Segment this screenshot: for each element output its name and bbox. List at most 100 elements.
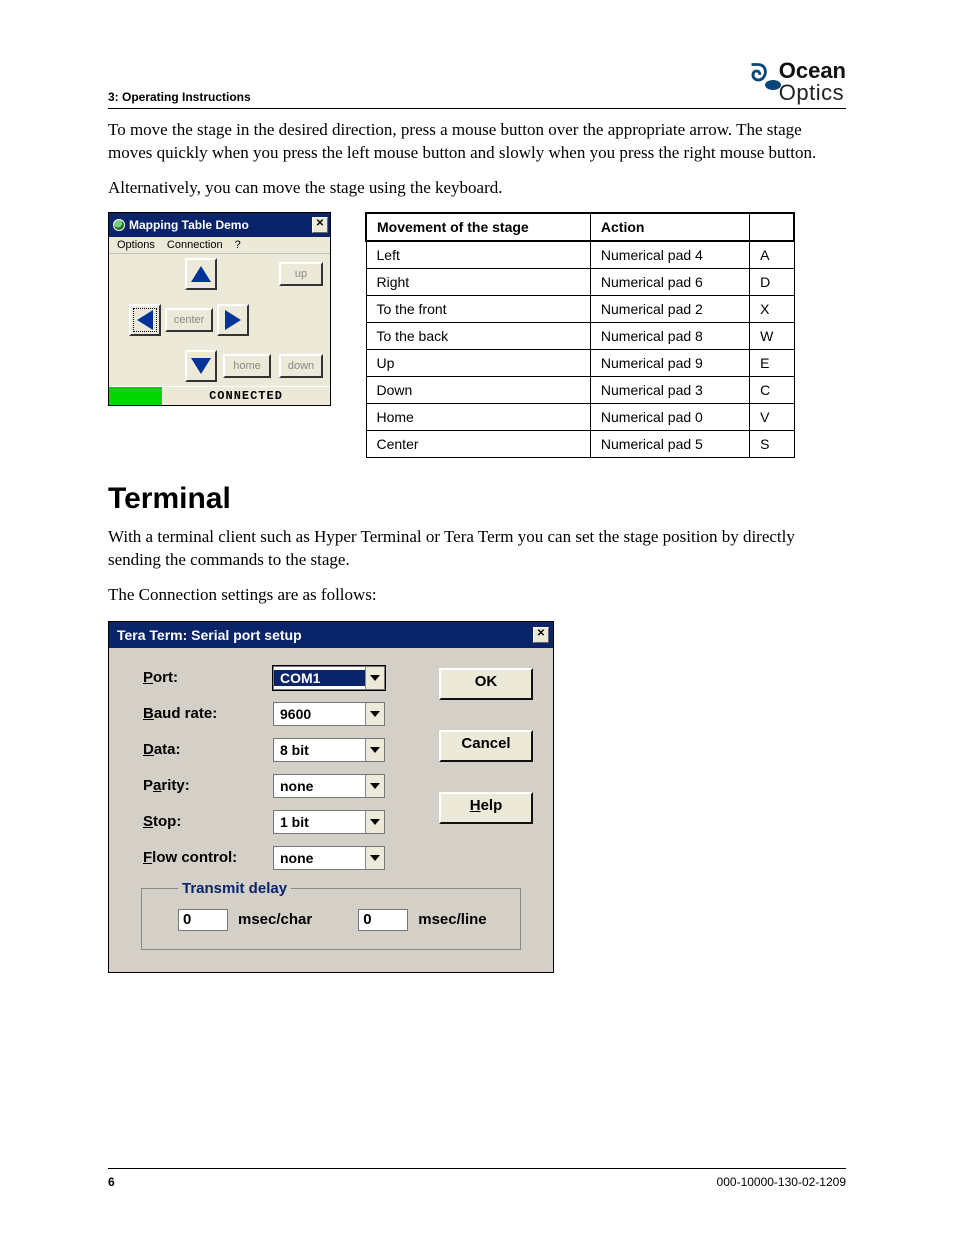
cell-numpad: Numerical pad 8 xyxy=(590,322,749,349)
label-port: Port: xyxy=(143,669,273,686)
msec-char-label: msec/char xyxy=(238,911,312,928)
table-row: DownNumerical pad 3C xyxy=(366,376,794,403)
table-row: LeftNumerical pad 4A xyxy=(366,241,794,269)
cell-move: Center xyxy=(366,430,590,457)
msec-char-input[interactable]: 0 xyxy=(178,909,228,931)
arrow-right-button[interactable] xyxy=(217,304,249,336)
page-header: 3: Operating Instructions ᘐ Ocean Optics xyxy=(108,60,846,109)
cell-numpad: Numerical pad 9 xyxy=(590,349,749,376)
cell-numpad: Numerical pad 5 xyxy=(590,430,749,457)
cell-key: A xyxy=(750,241,794,269)
arrow-down-icon xyxy=(191,358,211,374)
table-header-row: Movement of the stage Action xyxy=(366,213,794,241)
cell-move: Up xyxy=(366,349,590,376)
col-movement-header: Movement of the stage xyxy=(366,213,590,241)
table-row: To the frontNumerical pad 2X xyxy=(366,295,794,322)
arrow-right-icon xyxy=(225,310,241,330)
cell-numpad: Numerical pad 3 xyxy=(590,376,749,403)
globe-icon xyxy=(113,219,125,231)
arrow-up-button[interactable] xyxy=(185,258,217,290)
arrow-down-button[interactable] xyxy=(185,350,217,382)
cell-move: Left xyxy=(366,241,590,269)
status-text: CONNECTED xyxy=(162,389,330,403)
cell-key: V xyxy=(750,403,794,430)
up-button[interactable]: up xyxy=(279,262,323,286)
transmit-delay-group: Transmit delay 0 msec/char 0 msec/line xyxy=(141,880,521,950)
menu-help[interactable]: ? xyxy=(235,239,241,251)
close-icon[interactable]: ✕ xyxy=(533,627,549,643)
select-baud[interactable]: 9600 xyxy=(273,702,385,726)
select-flow[interactable]: none xyxy=(273,846,385,870)
table-row: UpNumerical pad 9E xyxy=(366,349,794,376)
menu-connection[interactable]: Connection xyxy=(167,239,223,251)
movement-table: Movement of the stage Action LeftNumeric… xyxy=(365,212,795,458)
col-key-header xyxy=(750,213,794,241)
cell-key: S xyxy=(750,430,794,457)
cell-numpad: Numerical pad 2 xyxy=(590,295,749,322)
cell-key: X xyxy=(750,295,794,322)
section-label: 3: Operating Instructions xyxy=(108,90,251,104)
cell-numpad: Numerical pad 0 xyxy=(590,403,749,430)
close-icon[interactable]: ✕ xyxy=(312,217,328,233)
cell-move: To the back xyxy=(366,322,590,349)
table-row: CenterNumerical pad 5S xyxy=(366,430,794,457)
msec-line-input[interactable]: 0 xyxy=(358,909,408,931)
center-button[interactable]: center xyxy=(165,308,213,332)
page-footer: 6 000-10000-130-02-1209 xyxy=(108,1168,846,1189)
dialog-title: Mapping Table Demo xyxy=(129,218,249,232)
label-parity: Parity: xyxy=(143,777,273,794)
mapping-table-dialog: Mapping Table Demo ✕ Options Connection … xyxy=(108,212,331,406)
select-data[interactable]: 8 bit xyxy=(273,738,385,762)
chevron-down-icon xyxy=(365,811,384,833)
label-stop: Stop: xyxy=(143,813,273,830)
paragraph-terminal-intro: With a terminal client such as Hyper Ter… xyxy=(108,526,846,572)
doc-number: 000-10000-130-02-1209 xyxy=(717,1175,846,1189)
cell-move: To the front xyxy=(366,295,590,322)
label-baud: Baud rate: xyxy=(143,705,273,722)
table-row: RightNumerical pad 6D xyxy=(366,268,794,295)
down-button[interactable]: down xyxy=(279,354,323,378)
arrow-up-icon xyxy=(191,266,211,282)
ok-button[interactable]: OK xyxy=(439,668,533,700)
paragraph-conn-settings: The Connection settings are as follows: xyxy=(108,584,846,607)
cell-numpad: Numerical pad 4 xyxy=(590,241,749,269)
select-port-value: COM1 xyxy=(274,670,365,686)
table-row: To the backNumerical pad 8W xyxy=(366,322,794,349)
chevron-down-icon xyxy=(365,775,384,797)
arrow-left-button[interactable] xyxy=(129,304,161,336)
terminal-heading: Terminal xyxy=(108,482,846,516)
cancel-button[interactable]: Cancel xyxy=(439,730,533,762)
select-stop[interactable]: 1 bit xyxy=(273,810,385,834)
arrow-left-icon xyxy=(137,310,153,330)
select-baud-value: 9600 xyxy=(274,706,365,722)
col-action-header: Action xyxy=(590,213,749,241)
menu-options[interactable]: Options xyxy=(117,239,155,251)
cell-key: W xyxy=(750,322,794,349)
chevron-down-icon xyxy=(365,703,384,725)
select-stop-value: 1 bit xyxy=(274,814,365,830)
chevron-down-icon xyxy=(365,739,384,761)
table-row: HomeNumerical pad 0V xyxy=(366,403,794,430)
transmit-legend: Transmit delay xyxy=(178,880,291,897)
select-data-value: 8 bit xyxy=(274,742,365,758)
logo-droplet-icon xyxy=(765,80,781,90)
select-port[interactable]: COM1 xyxy=(273,666,385,690)
cell-move: Down xyxy=(366,376,590,403)
select-flow-value: none xyxy=(274,850,365,866)
dialog-titlebar[interactable]: Mapping Table Demo ✕ xyxy=(109,213,330,237)
cell-key: C xyxy=(750,376,794,403)
label-data: Data: xyxy=(143,741,273,758)
cell-key: D xyxy=(750,268,794,295)
home-button[interactable]: home xyxy=(223,354,271,378)
cell-move: Home xyxy=(366,403,590,430)
select-parity-value: none xyxy=(274,778,365,794)
help-button[interactable]: Help xyxy=(439,792,533,824)
select-parity[interactable]: none xyxy=(273,774,385,798)
cell-key: E xyxy=(750,349,794,376)
page-number: 6 xyxy=(108,1175,115,1189)
teraterm-title: Tera Term: Serial port setup xyxy=(117,627,302,643)
chevron-down-icon xyxy=(365,667,384,689)
teraterm-titlebar[interactable]: Tera Term: Serial port setup ✕ xyxy=(109,622,553,648)
label-flow: Flow control: xyxy=(143,849,273,866)
logo-text-optics: Optics xyxy=(779,80,844,105)
